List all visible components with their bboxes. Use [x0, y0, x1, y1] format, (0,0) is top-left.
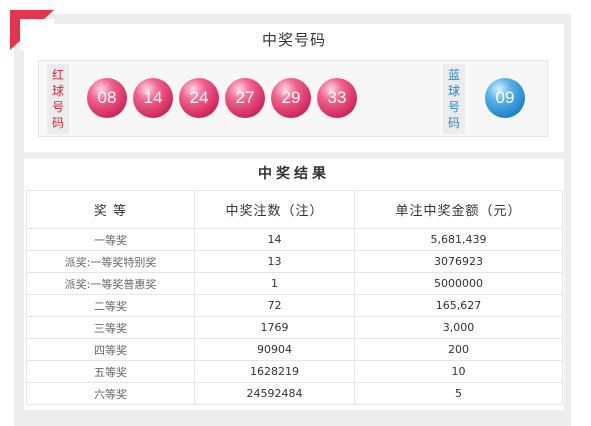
red-ball: 33 — [317, 78, 357, 118]
table-header-row: 奖 等 中奖注数（注） 单注中奖金额（元） — [26, 190, 563, 229]
prize-amount: 5,681,439 — [354, 228, 563, 251]
red-ball: 14 — [133, 78, 173, 118]
prize-amount: 200 — [354, 338, 563, 361]
winning-numbers-title: 中奖号码 — [261, 31, 326, 49]
prize-amount: 10 — [354, 360, 563, 383]
prize-level: 三等奖 — [26, 316, 195, 339]
header-winner-count: 中奖注数（注） — [194, 190, 355, 229]
winner-count: 1628219 — [194, 360, 355, 383]
results-title: 中奖结果 — [258, 166, 330, 182]
prize-level: 二等奖 — [26, 294, 195, 317]
prize-amount: 3,000 — [354, 316, 563, 339]
red-ball: 24 — [179, 78, 219, 118]
prize-level: 派奖:一等奖特别奖 — [26, 250, 195, 273]
winner-count: 24592484 — [194, 382, 355, 405]
ball-box: 红 球 号 码 08 14 24 27 29 33 蓝 球 号 码 09 — [38, 60, 548, 137]
prize-amount: 5000000 — [354, 272, 563, 295]
header-prize-level: 奖 等 — [26, 190, 195, 229]
blue-ball: 09 — [485, 78, 525, 118]
table-row: 四等奖 90904 200 — [26, 338, 563, 361]
red-ball-label: 红 球 号 码 — [47, 64, 69, 134]
header-prize-amount: 单注中奖金额（元） — [354, 190, 563, 229]
winning-numbers-panel: 中奖号码 红 球 号 码 08 14 24 27 29 33 蓝 球 号 码 0… — [24, 24, 564, 152]
prize-amount: 165,627 — [354, 294, 563, 317]
blue-ball-label: 蓝 球 号 码 — [443, 64, 465, 134]
table-row: 五等奖 1628219 10 — [26, 360, 563, 383]
table-row: 派奖:一等奖特别奖 13 3076923 — [26, 250, 563, 273]
prize-level: 派奖:一等奖普惠奖 — [26, 272, 195, 295]
table-row: 三等奖 1769 3,000 — [26, 316, 563, 339]
winner-count: 1 — [194, 272, 355, 295]
winner-count: 13 — [194, 250, 355, 273]
table-row: 二等奖 72 165,627 — [26, 294, 563, 317]
winner-count: 14 — [194, 228, 355, 251]
red-ball: 08 — [87, 78, 127, 118]
table-row: 六等奖 24592484 5 — [26, 382, 563, 405]
winner-count: 90904 — [194, 338, 355, 361]
prize-amount: 5 — [354, 382, 563, 405]
winner-count: 72 — [194, 294, 355, 317]
red-ball: 27 — [225, 78, 265, 118]
results-panel: 中奖结果 奖 等 中奖注数（注） 单注中奖金额（元） 一等奖 14 5,681,… — [24, 159, 564, 410]
table-row: 一等奖 14 5,681,439 — [26, 228, 563, 251]
winner-count: 1769 — [194, 316, 355, 339]
results-table: 奖 等 中奖注数（注） 单注中奖金额（元） 一等奖 14 5,681,439 派… — [26, 190, 563, 405]
prize-level: 四等奖 — [26, 338, 195, 361]
prize-level: 六等奖 — [26, 382, 195, 405]
prize-amount: 3076923 — [354, 250, 563, 273]
prize-level: 一等奖 — [26, 228, 195, 251]
red-ball: 29 — [271, 78, 311, 118]
prize-level: 五等奖 — [26, 360, 195, 383]
table-row: 派奖:一等奖普惠奖 1 5000000 — [26, 272, 563, 295]
